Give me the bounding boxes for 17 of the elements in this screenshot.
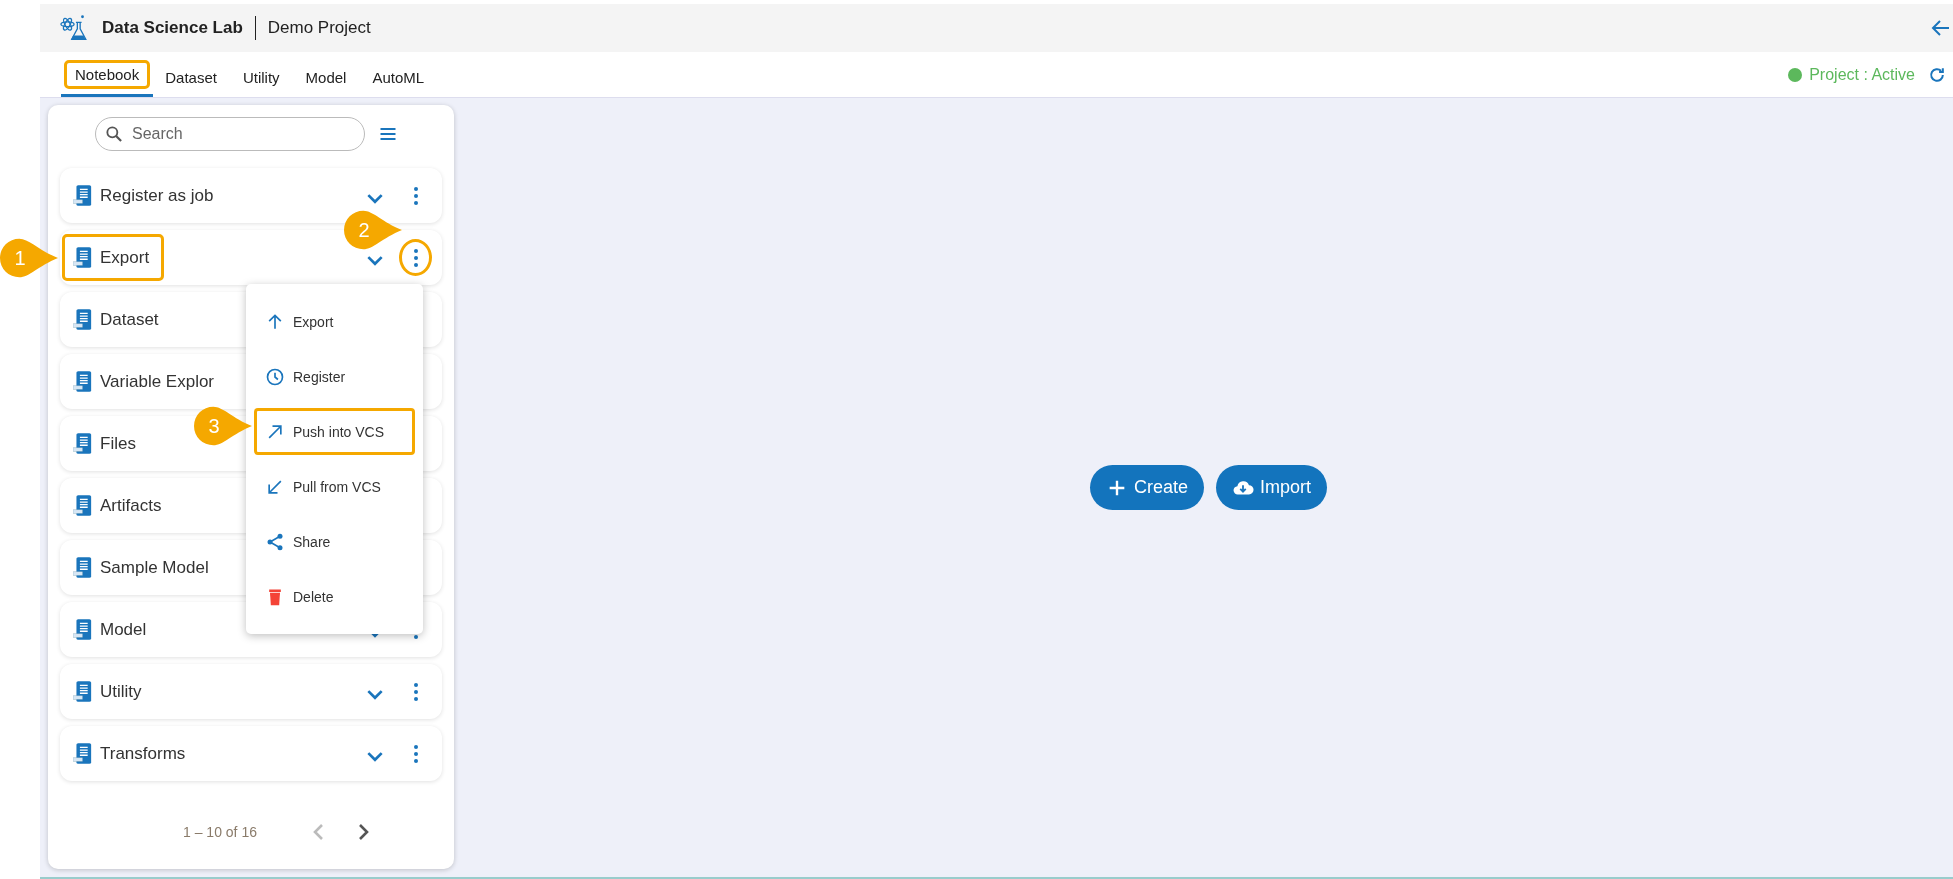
notebook-name: Artifacts bbox=[100, 495, 162, 516]
notebook-name: Utility bbox=[100, 681, 142, 702]
notebook-name: Model bbox=[100, 619, 147, 640]
notebook-name: Files bbox=[100, 433, 136, 454]
notebook-name: Dataset bbox=[100, 309, 159, 330]
callout-badge: 2 bbox=[344, 210, 402, 250]
notebook-name: Transforms bbox=[100, 743, 186, 764]
notebook-name: Export bbox=[100, 247, 150, 268]
notebook-name: Register as job bbox=[100, 185, 214, 206]
callout-badge: 1 bbox=[0, 238, 58, 278]
notebook-name: Variable Explor bbox=[100, 371, 215, 392]
callout-badge: 3 bbox=[194, 406, 252, 446]
page-range: 1 – 10 of 16 bbox=[183, 824, 257, 840]
project-status: Project : Active bbox=[1809, 65, 1915, 84]
notebook-name: Sample Model bbox=[100, 557, 209, 578]
project-name: Demo Project bbox=[267, 18, 371, 38]
app-title: Data Science Lab bbox=[102, 18, 243, 38]
